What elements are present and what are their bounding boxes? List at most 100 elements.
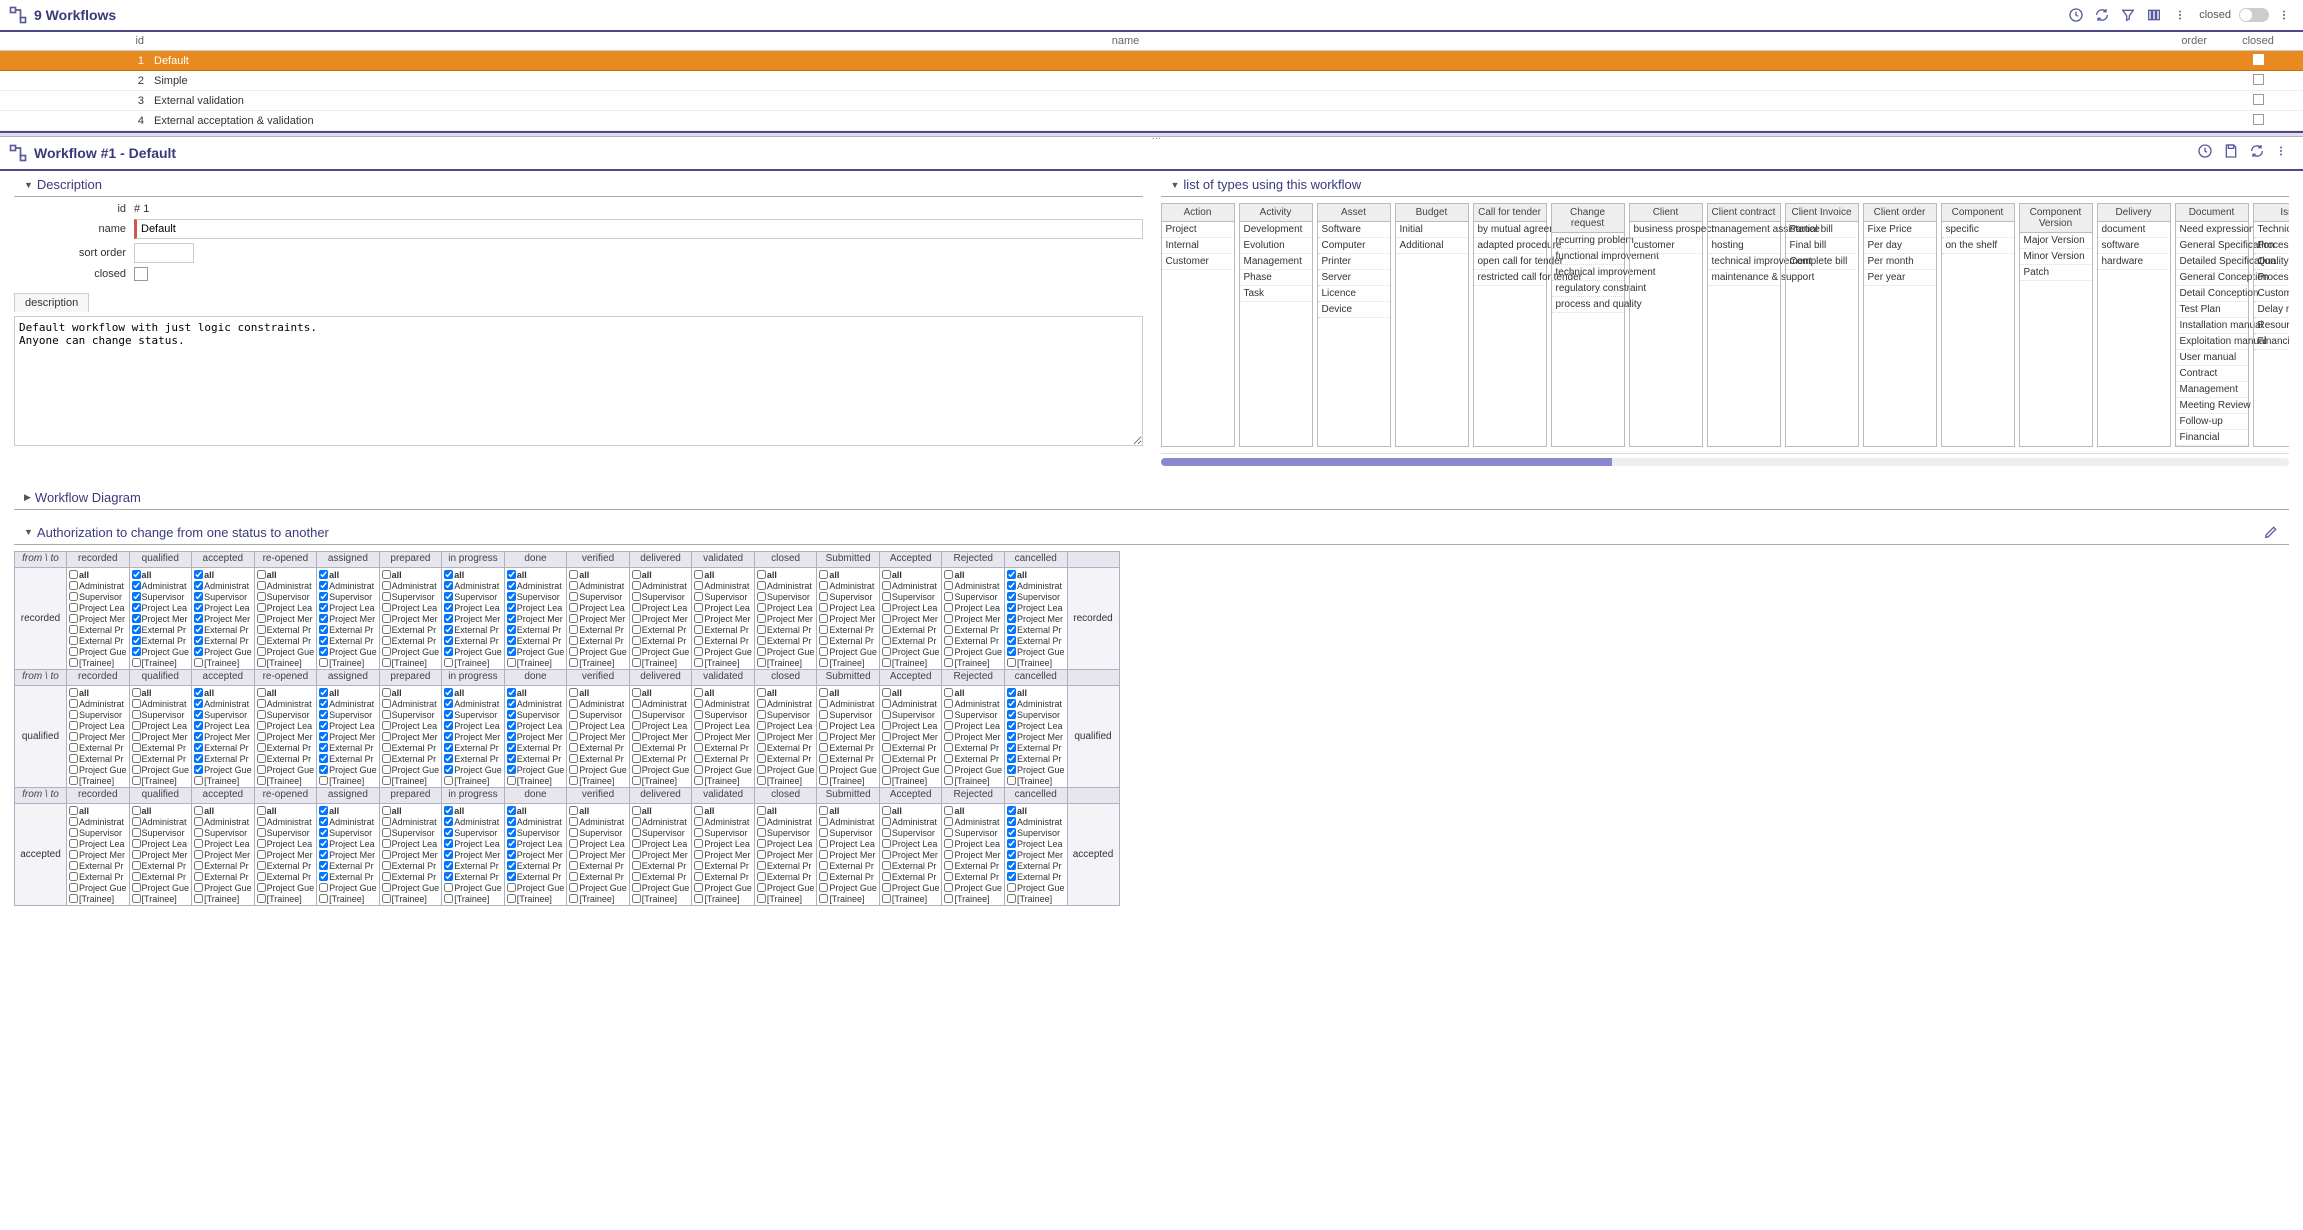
role-checkbox[interactable] bbox=[632, 743, 641, 752]
role-checkbox[interactable] bbox=[569, 872, 578, 881]
role-checkbox[interactable] bbox=[944, 883, 953, 892]
role-checkbox[interactable] bbox=[382, 647, 391, 656]
role-checkbox[interactable] bbox=[819, 699, 828, 708]
role-checkbox[interactable] bbox=[257, 710, 266, 719]
role-checkbox[interactable] bbox=[694, 658, 703, 667]
type-item[interactable]: Test Plan bbox=[2176, 302, 2248, 318]
closed-toggle[interactable] bbox=[2239, 8, 2269, 22]
role-checkbox[interactable] bbox=[569, 570, 578, 579]
role-checkbox[interactable] bbox=[444, 850, 453, 859]
role-checkbox[interactable] bbox=[944, 754, 953, 763]
sort-input[interactable] bbox=[134, 243, 194, 263]
role-checkbox[interactable] bbox=[757, 570, 766, 579]
role-checkbox[interactable] bbox=[194, 581, 203, 590]
role-checkbox[interactable] bbox=[569, 625, 578, 634]
type-item[interactable]: Initial bbox=[1396, 222, 1468, 238]
role-checkbox[interactable] bbox=[819, 688, 828, 697]
type-item[interactable]: Printer bbox=[1318, 254, 1390, 270]
role-checkbox[interactable] bbox=[319, 765, 328, 774]
role-checkbox[interactable] bbox=[444, 861, 453, 870]
role-checkbox[interactable] bbox=[632, 839, 641, 848]
role-checkbox[interactable] bbox=[69, 592, 78, 601]
role-checkbox[interactable] bbox=[319, 743, 328, 752]
grid-row[interactable]: 4External acceptation & validation bbox=[0, 111, 2303, 131]
role-checkbox[interactable] bbox=[69, 883, 78, 892]
type-item[interactable]: User manual bbox=[2176, 350, 2248, 366]
role-checkbox[interactable] bbox=[194, 614, 203, 623]
role-checkbox[interactable] bbox=[944, 872, 953, 881]
role-checkbox[interactable] bbox=[569, 743, 578, 752]
type-item[interactable]: Minor Version bbox=[2020, 249, 2092, 265]
role-checkbox[interactable] bbox=[69, 614, 78, 623]
role-checkbox[interactable] bbox=[757, 603, 766, 612]
role-checkbox[interactable] bbox=[1007, 603, 1016, 612]
role-checkbox[interactable] bbox=[882, 861, 891, 870]
role-checkbox[interactable] bbox=[569, 883, 578, 892]
role-checkbox[interactable] bbox=[132, 765, 141, 774]
role-checkbox[interactable] bbox=[694, 592, 703, 601]
type-item[interactable]: Licence bbox=[1318, 286, 1390, 302]
role-checkbox[interactable] bbox=[69, 688, 78, 697]
role-checkbox[interactable] bbox=[69, 839, 78, 848]
role-checkbox[interactable] bbox=[382, 658, 391, 667]
role-checkbox[interactable] bbox=[819, 603, 828, 612]
type-item[interactable]: specific bbox=[1942, 222, 2014, 238]
role-checkbox[interactable] bbox=[694, 765, 703, 774]
type-item[interactable]: restricted call for tender bbox=[1474, 270, 1546, 286]
role-checkbox[interactable] bbox=[132, 688, 141, 697]
role-checkbox[interactable] bbox=[382, 732, 391, 741]
role-checkbox[interactable] bbox=[1007, 710, 1016, 719]
role-checkbox[interactable] bbox=[632, 721, 641, 730]
role-checkbox[interactable] bbox=[944, 806, 953, 815]
description-tab[interactable]: description bbox=[14, 293, 89, 312]
role-checkbox[interactable] bbox=[569, 658, 578, 667]
role-checkbox[interactable] bbox=[632, 710, 641, 719]
role-checkbox[interactable] bbox=[569, 636, 578, 645]
role-checkbox[interactable] bbox=[944, 839, 953, 848]
role-checkbox[interactable] bbox=[319, 647, 328, 656]
role-checkbox[interactable] bbox=[257, 658, 266, 667]
role-checkbox[interactable] bbox=[1007, 688, 1016, 697]
more-icon-2[interactable] bbox=[2273, 4, 2295, 26]
role-checkbox[interactable] bbox=[694, 828, 703, 837]
role-checkbox[interactable] bbox=[319, 872, 328, 881]
type-item[interactable]: Software bbox=[1318, 222, 1390, 238]
type-item[interactable]: hosting bbox=[1708, 238, 1780, 254]
role-checkbox[interactable] bbox=[257, 614, 266, 623]
role-checkbox[interactable] bbox=[507, 688, 516, 697]
role-checkbox[interactable] bbox=[257, 828, 266, 837]
role-checkbox[interactable] bbox=[69, 776, 78, 785]
role-checkbox[interactable] bbox=[444, 776, 453, 785]
role-checkbox[interactable] bbox=[882, 647, 891, 656]
role-checkbox[interactable] bbox=[132, 647, 141, 656]
role-checkbox[interactable] bbox=[694, 699, 703, 708]
type-item[interactable]: Device bbox=[1318, 302, 1390, 318]
grid-row[interactable]: 1Default bbox=[0, 51, 2303, 71]
role-checkbox[interactable] bbox=[444, 688, 453, 697]
role-checkbox[interactable] bbox=[694, 861, 703, 870]
save-icon[interactable] bbox=[2223, 143, 2243, 163]
role-checkbox[interactable] bbox=[444, 828, 453, 837]
role-checkbox[interactable] bbox=[882, 765, 891, 774]
type-item[interactable]: Exploitation manual bbox=[2176, 334, 2248, 350]
role-checkbox[interactable] bbox=[132, 721, 141, 730]
role-checkbox[interactable] bbox=[194, 636, 203, 645]
role-checkbox[interactable] bbox=[257, 765, 266, 774]
role-checkbox[interactable] bbox=[507, 850, 516, 859]
role-checkbox[interactable] bbox=[382, 883, 391, 892]
role-checkbox[interactable] bbox=[444, 754, 453, 763]
role-checkbox[interactable] bbox=[507, 828, 516, 837]
role-checkbox[interactable] bbox=[694, 647, 703, 656]
role-checkbox[interactable] bbox=[882, 625, 891, 634]
type-item[interactable]: Management bbox=[1240, 254, 1312, 270]
role-checkbox[interactable] bbox=[382, 688, 391, 697]
role-checkbox[interactable] bbox=[194, 883, 203, 892]
role-checkbox[interactable] bbox=[694, 754, 703, 763]
type-item[interactable]: Complete bill bbox=[1786, 254, 1858, 270]
closed-checkbox[interactable] bbox=[134, 267, 148, 281]
role-checkbox[interactable] bbox=[257, 894, 266, 903]
role-checkbox[interactable] bbox=[132, 732, 141, 741]
role-checkbox[interactable] bbox=[757, 625, 766, 634]
role-checkbox[interactable] bbox=[944, 570, 953, 579]
role-checkbox[interactable] bbox=[569, 732, 578, 741]
